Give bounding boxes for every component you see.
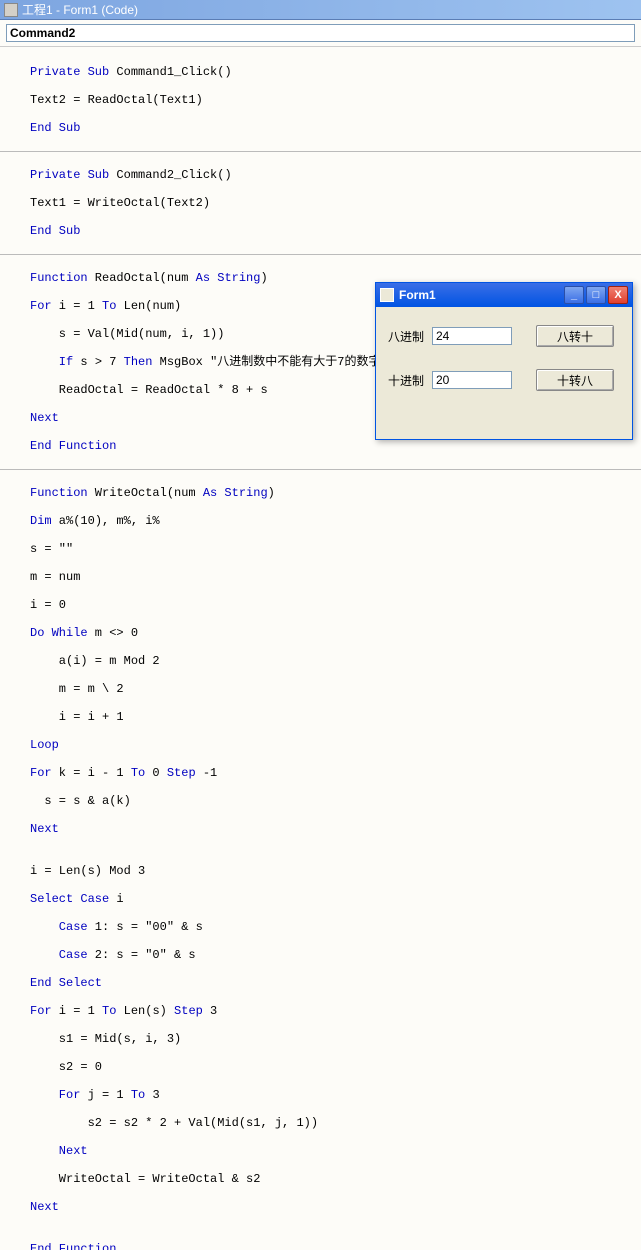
form1-client: 八进制 八转十 十进制 十转八 bbox=[376, 307, 632, 423]
kw: Next bbox=[30, 1200, 641, 1214]
kw: End Sub bbox=[30, 121, 641, 135]
code-text: s = "" bbox=[30, 542, 641, 556]
kw: To bbox=[102, 1004, 116, 1018]
kw: As String bbox=[196, 271, 261, 285]
code-text: Text2 = ReadOctal(Text1) bbox=[30, 93, 641, 107]
text2-decimal-input[interactable] bbox=[432, 371, 512, 389]
code-text: m <> 0 bbox=[88, 626, 138, 640]
kw: To bbox=[131, 766, 145, 780]
text1-octal-input[interactable] bbox=[432, 327, 512, 345]
kw: As String bbox=[203, 486, 268, 500]
kw: If bbox=[30, 355, 73, 369]
kw: Case bbox=[30, 920, 88, 934]
kw: Do While bbox=[30, 626, 88, 640]
kw: For bbox=[30, 299, 52, 313]
kw: For bbox=[30, 1088, 80, 1102]
code-text: s2 = 0 bbox=[30, 1060, 641, 1074]
code-text: Text1 = WriteOctal(Text2) bbox=[30, 196, 641, 210]
code-text: a(i) = m Mod 2 bbox=[30, 654, 641, 668]
code-text: Command2_Click() bbox=[109, 168, 231, 182]
kw: Step bbox=[174, 1004, 203, 1018]
kw: End Sub bbox=[30, 224, 641, 238]
proc-divider bbox=[0, 469, 641, 470]
object-selector[interactable] bbox=[6, 24, 635, 42]
kw: Step bbox=[167, 766, 196, 780]
kw: To bbox=[102, 299, 116, 313]
kw: End Function bbox=[30, 439, 641, 453]
kw: Function bbox=[30, 271, 88, 285]
kw: Private Sub bbox=[30, 65, 109, 79]
code-text: ) bbox=[260, 271, 267, 285]
code-text: 1: s = "00" & s bbox=[88, 920, 203, 934]
code-text: m = m \ 2 bbox=[30, 682, 641, 696]
code-text: 3 bbox=[203, 1004, 217, 1018]
code-text: WriteOctal = WriteOctal & s2 bbox=[30, 1172, 641, 1186]
code-text: 3 bbox=[145, 1088, 159, 1102]
form1-window[interactable]: Form1 _ □ X 八进制 八转十 十进制 十转八 bbox=[375, 282, 633, 440]
kw: For bbox=[30, 766, 52, 780]
kw: Next bbox=[30, 1144, 641, 1158]
code-text: ReadOctal(num bbox=[88, 271, 196, 285]
code-text: i bbox=[109, 892, 123, 906]
kw: End Select bbox=[30, 976, 641, 990]
command1-oct-to-dec-button[interactable]: 八转十 bbox=[536, 325, 614, 347]
kw: Private Sub bbox=[30, 168, 109, 182]
form-icon bbox=[380, 288, 394, 302]
code-text: ) bbox=[268, 486, 275, 500]
kw: Next bbox=[30, 822, 641, 836]
code-text: Command1_Click() bbox=[109, 65, 231, 79]
label-octal: 八进制 bbox=[388, 328, 432, 345]
object-selector-row bbox=[0, 20, 641, 47]
code-text: i = i + 1 bbox=[30, 710, 641, 724]
code-text: k = i - 1 bbox=[52, 766, 131, 780]
code-text: i = 1 bbox=[52, 1004, 102, 1018]
vb-form-icon bbox=[4, 3, 18, 17]
command2-dec-to-oct-button[interactable]: 十转八 bbox=[536, 369, 614, 391]
kw: Select Case bbox=[30, 892, 109, 906]
code-text: Len(s) bbox=[116, 1004, 174, 1018]
kw: Then bbox=[124, 355, 153, 369]
row-octal: 八进制 八转十 bbox=[388, 325, 620, 347]
code-text: WriteOctal(num bbox=[88, 486, 203, 500]
code-text: 0 bbox=[145, 766, 167, 780]
proc-divider bbox=[0, 151, 641, 152]
code-text: 2: s = "0" & s bbox=[88, 948, 196, 962]
code-text: -1 bbox=[196, 766, 218, 780]
maximize-button[interactable]: □ bbox=[586, 286, 606, 304]
kw: Function bbox=[30, 486, 88, 500]
code-text: i = 1 bbox=[52, 299, 102, 313]
kw: Case bbox=[30, 948, 88, 962]
code-editor[interactable]: Private Sub Command1_Click() Text2 = Rea… bbox=[0, 47, 641, 1250]
code-text: i = 0 bbox=[30, 598, 641, 612]
kw: End Function bbox=[30, 1242, 641, 1250]
ide-titlebar: 工程1 - Form1 (Code) bbox=[0, 0, 641, 20]
code-text: s1 = Mid(s, i, 3) bbox=[30, 1032, 641, 1046]
code-text: s = s & a(k) bbox=[30, 794, 641, 808]
kw: Loop bbox=[30, 738, 641, 752]
proc-divider bbox=[0, 254, 641, 255]
ide-title: 工程1 - Form1 (Code) bbox=[22, 1, 138, 18]
code-text: s2 = s2 * 2 + Val(Mid(s1, j, 1)) bbox=[30, 1116, 641, 1130]
form1-titlebar[interactable]: Form1 _ □ X bbox=[376, 283, 632, 307]
code-text: m = num bbox=[30, 570, 641, 584]
kw: For bbox=[30, 1004, 52, 1018]
code-text: a%(10), m%, i% bbox=[52, 514, 160, 528]
code-text: s > 7 bbox=[73, 355, 123, 369]
row-decimal: 十进制 十转八 bbox=[388, 369, 620, 391]
kw: Dim bbox=[30, 514, 52, 528]
code-text: i = Len(s) Mod 3 bbox=[30, 864, 641, 878]
kw: To bbox=[131, 1088, 145, 1102]
code-text: j = 1 bbox=[80, 1088, 130, 1102]
form1-title: Form1 bbox=[399, 288, 436, 302]
minimize-button[interactable]: _ bbox=[564, 286, 584, 304]
label-decimal: 十进制 bbox=[388, 372, 432, 389]
close-button[interactable]: X bbox=[608, 286, 628, 304]
code-text: Len(num) bbox=[116, 299, 181, 313]
